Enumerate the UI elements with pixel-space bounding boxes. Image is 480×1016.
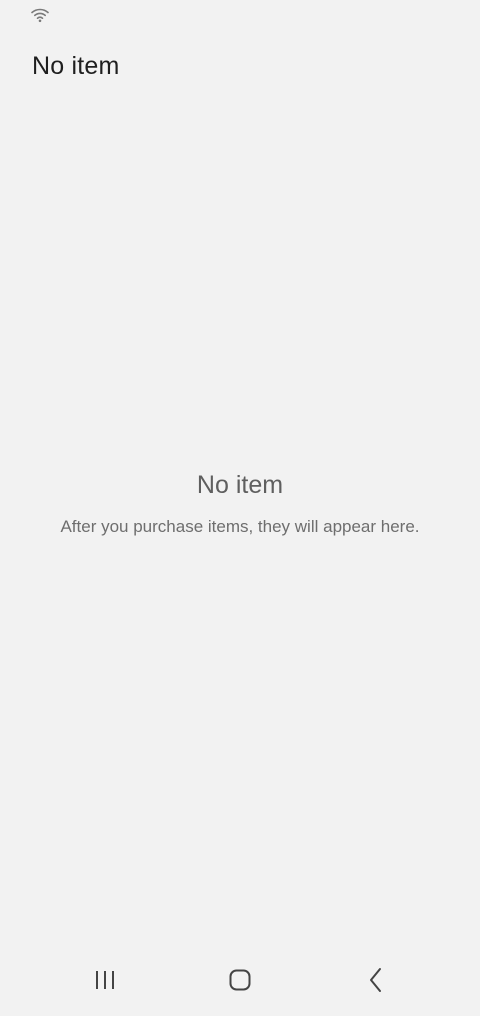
back-button[interactable] — [356, 966, 396, 998]
empty-state-title: No item — [196, 471, 284, 499]
empty-state-description: After you purchase items, they will appe… — [60, 517, 420, 536]
status-bar — [0, 0, 480, 32]
screen: No item No item After you purchase items… — [0, 0, 480, 1016]
page-title: No item — [32, 52, 120, 80]
recents-button[interactable] — [85, 966, 125, 998]
navigation-bar — [0, 956, 480, 1016]
empty-state: No item After you purchase items, they w… — [40, 470, 440, 538]
back-icon — [368, 967, 384, 998]
home-button[interactable] — [220, 966, 260, 998]
home-icon — [228, 968, 252, 997]
wifi-icon — [31, 7, 49, 23]
recents-icon — [93, 969, 117, 996]
